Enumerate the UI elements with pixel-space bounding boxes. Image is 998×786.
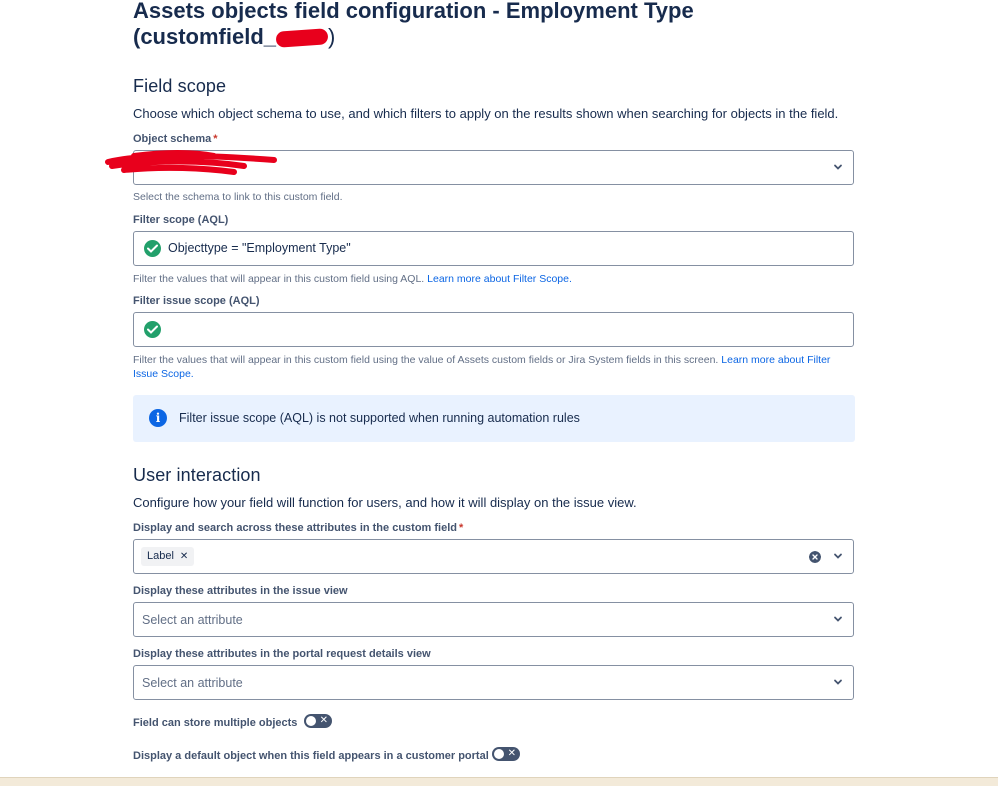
portal-view-label: Display these attributes in the portal r…	[133, 648, 431, 660]
filter-scope-help: Filter the values that will appear in th…	[133, 273, 572, 285]
issue-view-select[interactable]: Select an attribute	[133, 602, 854, 637]
object-schema-help: Select the schema to link to this custom…	[133, 191, 343, 203]
filter-issue-scope-help: Filter the values that will appear in th…	[133, 354, 831, 380]
field-scope-heading: Field scope	[133, 76, 227, 96]
multiple-objects-toggle[interactable]: ✕	[304, 714, 332, 728]
filter-scope-value: Objecttype = "Employment Type"	[168, 241, 351, 255]
page: Assets objects field configuration - Emp…	[0, 0, 998, 786]
close-icon: ✕	[507, 748, 516, 759]
attribute-tag: Label ✕	[141, 547, 195, 566]
toggle-knob	[494, 749, 504, 759]
issue-view-placeholder: Select an attribute	[142, 613, 243, 627]
portal-view-select[interactable]: Select an attribute	[133, 665, 854, 700]
multiple-objects-label: Field can store multiple objects	[133, 717, 298, 729]
display-search-label: Display and search across these attribut…	[133, 522, 464, 534]
object-schema-label: Object schema *	[133, 133, 218, 145]
info-message-text: Filter issue scope (AQL) is not supporte…	[179, 411, 580, 425]
clear-icon[interactable]	[809, 551, 821, 563]
page-title: Assets objects field configuration - Emp…	[133, 0, 694, 50]
filter-scope-learn-more-link[interactable]: Learn more about Filter Scope.	[427, 273, 572, 285]
redaction-scribble	[105, 150, 277, 175]
user-interaction-description: Configure how your field will function f…	[133, 495, 637, 510]
filter-scope-label: Filter scope (AQL)	[133, 214, 229, 226]
page-title-line2: (customfield_)	[133, 24, 336, 49]
filter-scope-input[interactable]: Objecttype = "Employment Type"	[133, 231, 854, 266]
info-message-box: i Filter issue scope (AQL) is not suppor…	[133, 395, 855, 442]
chevron-down-icon[interactable]	[833, 551, 843, 561]
chevron-down-icon[interactable]	[833, 677, 843, 687]
check-circle-icon	[144, 240, 161, 257]
close-icon: ✕	[319, 715, 328, 726]
page-title-line1: Assets objects field configuration - Emp…	[133, 0, 694, 23]
issue-view-label: Display these attributes in the issue vi…	[133, 585, 348, 597]
field-scope-description: Choose which object schema to use, and w…	[133, 106, 839, 121]
chevron-down-icon[interactable]	[833, 614, 843, 624]
default-object-toggle[interactable]: ✕	[492, 747, 520, 761]
filter-issue-scope-label: Filter issue scope (AQL)	[133, 295, 260, 307]
filter-issue-scope-input[interactable]	[133, 312, 854, 347]
display-search-select[interactable]: Label ✕	[133, 539, 854, 574]
chevron-down-icon	[834, 164, 842, 170]
check-circle-icon	[144, 321, 161, 338]
close-icon[interactable]: ✕	[180, 551, 188, 562]
user-interaction-heading: User interaction	[133, 465, 261, 485]
toggle-knob	[306, 716, 316, 726]
redacted-custom-field-id	[275, 28, 329, 48]
info-icon: i	[149, 409, 167, 427]
portal-view-placeholder: Select an attribute	[142, 676, 243, 690]
default-object-label: Display a default object when this field…	[133, 750, 489, 762]
